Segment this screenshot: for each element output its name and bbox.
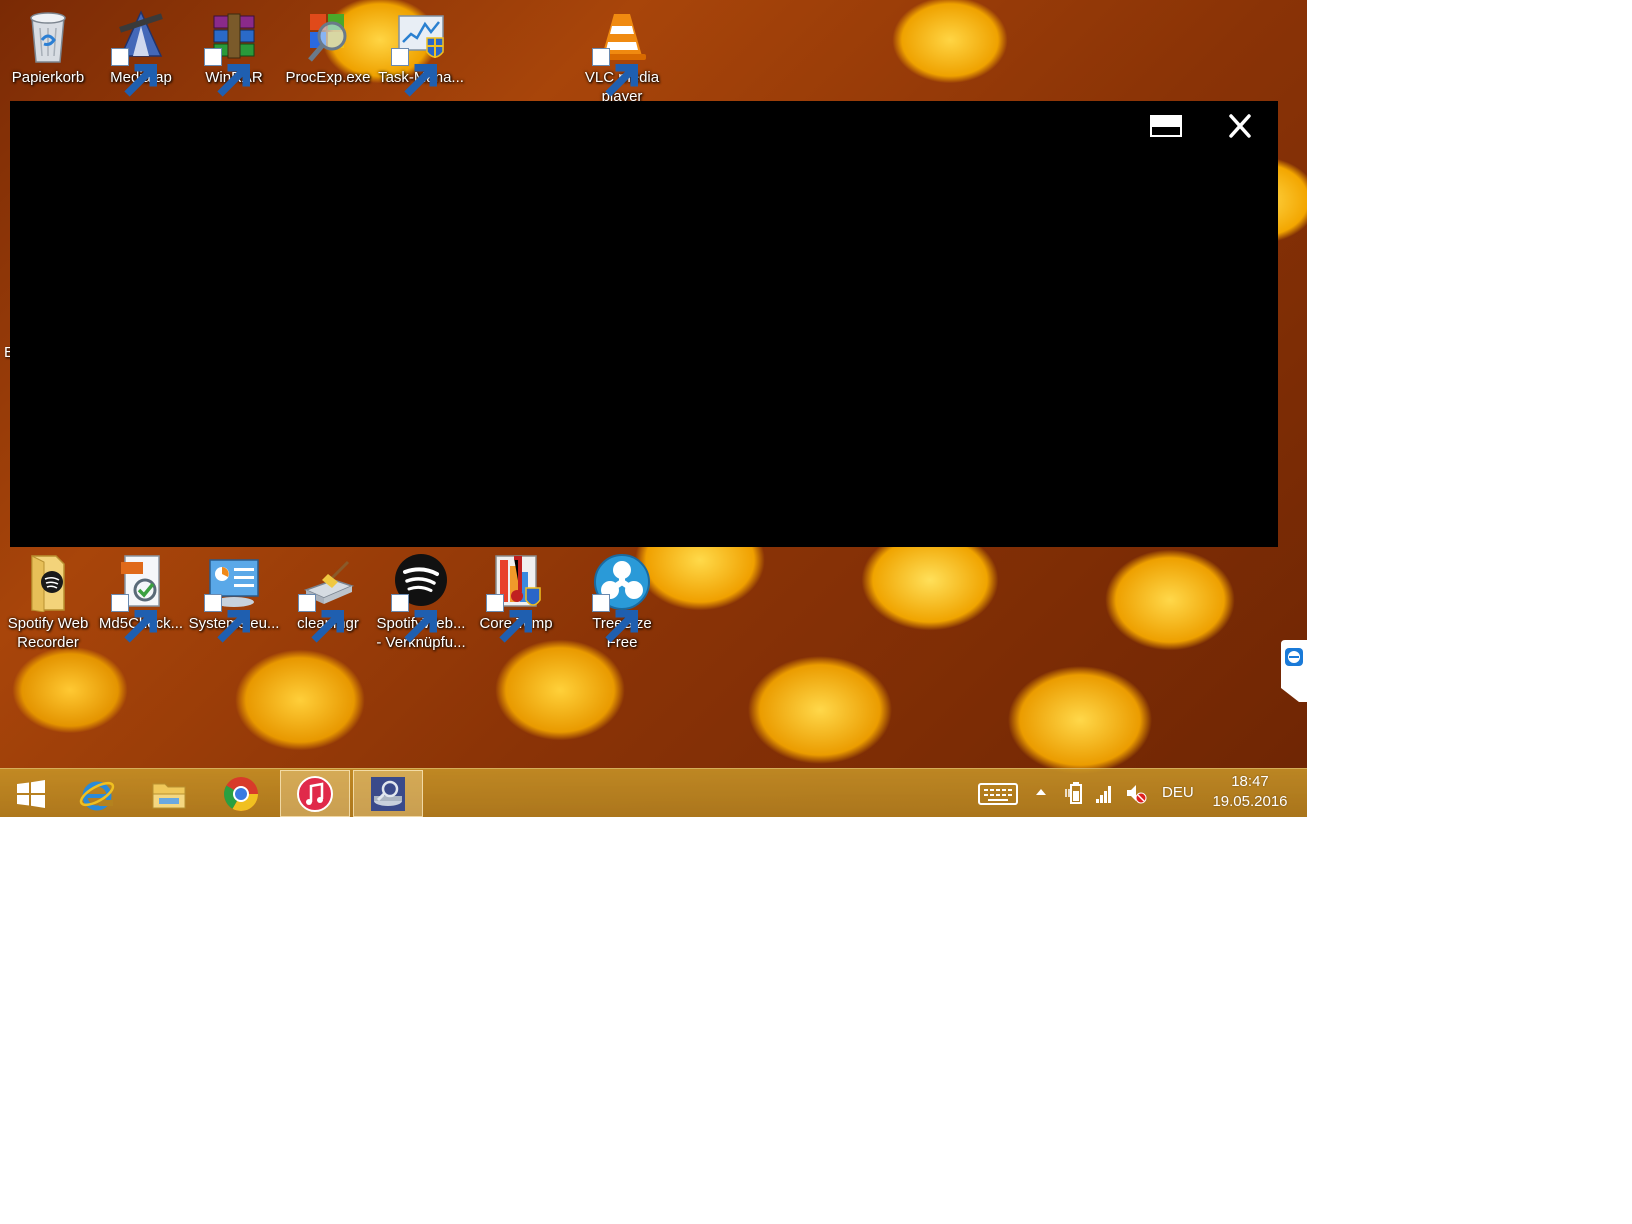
teamviewer-panel-tab[interactable] — [1277, 640, 1307, 702]
itunes-icon — [297, 775, 333, 812]
desktop[interactable]: Papierkorb Mediatap WinRAR ProcExp.exe T… — [0, 0, 1307, 817]
taskbar: DEU 18:47 19.05.2016 — [0, 768, 1307, 817]
desktop-icon-procexp[interactable]: ProcExp.exe — [282, 6, 374, 87]
internet-explorer-icon — [79, 781, 115, 810]
tray-clock[interactable]: 18:47 19.05.2016 — [1204, 773, 1296, 810]
restore-button[interactable] — [1140, 111, 1192, 141]
taskbar-internet-explorer[interactable] — [62, 770, 132, 817]
desktop-icon-mediatap[interactable]: Mediatap — [95, 6, 187, 97]
shortcut-arrow-icon — [204, 594, 250, 643]
taskbar-itunes[interactable] — [280, 770, 350, 817]
desktop-icon-winrar[interactable]: WinRAR — [188, 6, 280, 97]
chevron-up-icon — [1036, 789, 1046, 795]
input-language-indicator[interactable]: DEU — [1162, 784, 1194, 801]
shortcut-arrow-icon — [204, 48, 250, 97]
taskbar-disk-tool[interactable] — [353, 770, 423, 817]
tray-power[interactable] — [1064, 781, 1084, 805]
signal-strength-icon — [1096, 786, 1111, 803]
windows-start-icon — [17, 779, 45, 808]
desktop-icon-recycle-bin[interactable]: Papierkorb — [2, 6, 94, 87]
desktop-icon-cleanmgr[interactable]: cleanmgr — [282, 552, 374, 643]
close-icon — [1229, 114, 1251, 138]
restore-icon — [1150, 115, 1182, 137]
icon-label: ProcExp.exe — [285, 69, 371, 86]
shortcut-arrow-icon — [298, 594, 344, 643]
keyboard-icon — [978, 783, 1018, 805]
icon-label: Spotify Web Recorder — [7, 615, 89, 651]
clock-time: 18:47 — [1231, 773, 1269, 790]
tray-volume[interactable] — [1124, 781, 1148, 805]
recycle-bin-icon — [30, 12, 66, 63]
show-hidden-icons-button[interactable] — [1034, 785, 1048, 799]
desktop-icon-control-panel[interactable]: Systemsteu... — [188, 552, 280, 643]
desktop-icon-task-manager[interactable]: Task-Mana... — [375, 6, 467, 97]
spotify-recorder-folder-icon — [31, 555, 65, 612]
shortcut-arrow-icon — [111, 594, 157, 643]
tray-network[interactable] — [1094, 781, 1114, 805]
shortcut-arrow-icon — [111, 48, 157, 97]
icon-label: Papierkorb — [11, 69, 85, 86]
shortcut-arrow-icon — [391, 594, 437, 643]
teamviewer-icon — [1281, 640, 1307, 702]
shortcut-arrow-icon — [592, 48, 638, 97]
taskbar-chrome[interactable] — [206, 770, 276, 817]
desktop-icon-core-temp[interactable]: Core Temp — [470, 552, 562, 643]
process-explorer-icon — [308, 14, 347, 62]
shortcut-arrow-icon — [592, 594, 638, 643]
desktop-icon-vlc[interactable]: VLC media player — [576, 6, 668, 106]
start-button[interactable] — [0, 770, 62, 817]
desktop-icon-spotify-web-recorder[interactable]: Spotify Web Recorder — [2, 552, 94, 652]
battery-plug-icon — [1065, 782, 1082, 804]
shortcut-arrow-icon — [486, 594, 532, 643]
chrome-icon — [224, 776, 258, 811]
black-window[interactable] — [10, 101, 1278, 547]
desktop-icon-treesize[interactable]: TreeSize Free — [576, 552, 668, 652]
close-button[interactable] — [1214, 111, 1266, 141]
disk-tool-icon — [371, 776, 405, 811]
file-explorer-icon — [152, 783, 186, 808]
shortcut-arrow-icon — [391, 48, 437, 97]
desktop-icon-spotifyweb-shortcut[interactable]: SpotifyWeb... - Verknüpfu... — [375, 552, 467, 652]
speaker-muted-icon — [1127, 785, 1147, 804]
taskbar-file-explorer[interactable] — [134, 770, 204, 817]
clock-date: 19.05.2016 — [1212, 793, 1288, 810]
desktop-icon-md5check[interactable]: Md5Check... — [95, 552, 187, 643]
touch-keyboard-button[interactable] — [978, 781, 1018, 807]
